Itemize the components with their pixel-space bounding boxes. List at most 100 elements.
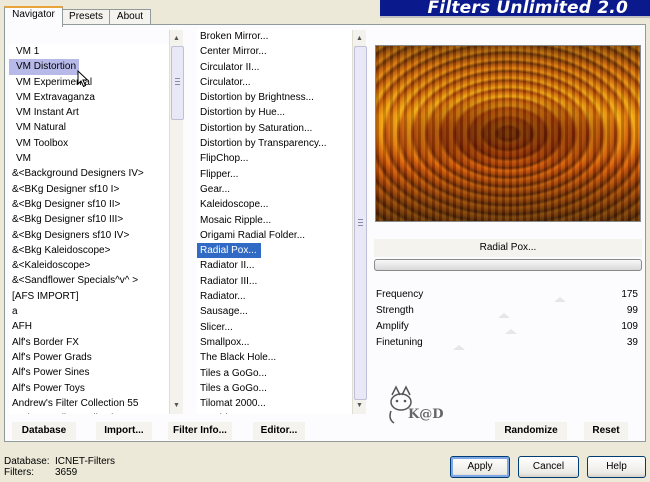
filter-item[interactable]: Slicer... xyxy=(197,320,352,335)
category-item[interactable]: Alf's Power Sines xyxy=(9,365,169,380)
parameter-name: Strength xyxy=(376,305,414,316)
filter-item[interactable]: Broken Mirror... xyxy=(197,29,352,44)
filters-count-label: Filters: xyxy=(4,467,34,478)
tab-presets[interactable]: Presets xyxy=(61,9,111,25)
slider-marker-icon[interactable] xyxy=(497,313,510,318)
tab-navigator[interactable]: Navigator xyxy=(4,6,63,27)
scroll-thumb[interactable] xyxy=(354,46,367,400)
filter-item[interactable]: Mosaic Ripple... xyxy=(197,213,352,228)
filter-scrollbar[interactable]: ▲ ▼ xyxy=(352,30,367,414)
category-item[interactable]: VM Distortion xyxy=(9,59,80,75)
category-scrollbar[interactable]: ▲ ▼ xyxy=(169,30,184,414)
category-item[interactable]: &<Bkg Designer sf10 II> xyxy=(9,197,169,212)
category-item[interactable]: Alf's Border FX xyxy=(9,335,169,350)
filter-item[interactable]: Radiator... xyxy=(197,289,352,304)
parameter-name: Finetuning xyxy=(376,337,423,348)
parameter-value: 99 xyxy=(626,305,638,316)
scroll-thumb[interactable] xyxy=(171,46,184,120)
cancel-button[interactable]: Cancel xyxy=(518,456,579,478)
filter-list[interactable]: Broken Mirror... Center Mirror... Circulat… xyxy=(197,29,352,414)
filter-item[interactable]: FlipChop... xyxy=(197,151,352,166)
filter-item[interactable]: Gear... xyxy=(197,182,352,197)
category-item[interactable]: Andrew's Filter Collection 56 xyxy=(9,411,169,414)
mouse-cursor-icon xyxy=(77,70,89,88)
category-item[interactable]: AFH xyxy=(9,319,169,334)
category-item[interactable]: &<Kaleidoscope> xyxy=(9,258,169,273)
filter-item[interactable]: Kaleidoscope... xyxy=(197,197,352,212)
filter-item[interactable]: Flipper... xyxy=(197,167,352,182)
category-item[interactable]: [AFS IMPORT] xyxy=(9,289,169,304)
import-button[interactable]: Import... xyxy=(96,422,152,440)
preview-progress-bar xyxy=(374,259,642,271)
filter-item[interactable]: Radiator III... xyxy=(197,274,352,289)
kad-logo: K@D xyxy=(389,385,444,424)
category-item[interactable]: VM Extravaganza xyxy=(9,90,169,105)
app-title: Filters Unlimited 2.0 xyxy=(427,0,628,18)
category-item[interactable]: &<Bkg Kaleidoscope> xyxy=(9,243,169,258)
filter-item[interactable]: Radial Pox... xyxy=(197,243,261,259)
database-label: Database: xyxy=(4,456,50,467)
filter-item[interactable]: Origami Radial Folder... xyxy=(197,228,352,243)
category-item[interactable]: Alf's Power Toys xyxy=(9,381,169,396)
filter-item[interactable]: The Black Hole... xyxy=(197,350,352,365)
category-item[interactable]: VM xyxy=(9,151,169,166)
filter-item[interactable]: Sausage... xyxy=(197,304,352,319)
filter-item[interactable]: Distortion by Hue... xyxy=(197,105,352,120)
category-item[interactable]: VM Instant Art xyxy=(9,105,169,120)
app-banner: Filters Unlimited 2.0 xyxy=(380,0,650,18)
filter-item[interactable]: Tilomat 2000... xyxy=(197,396,352,411)
filter-item[interactable]: Tiles a GoGo... xyxy=(197,381,352,396)
slider-marker-icon[interactable] xyxy=(505,329,518,334)
scroll-down-icon[interactable]: ▼ xyxy=(353,399,366,412)
scroll-down-icon[interactable]: ▼ xyxy=(170,399,183,412)
parameter-slider[interactable]: Finetuning 39 xyxy=(374,335,642,351)
filter-item[interactable]: Distortion by Brightness... xyxy=(197,90,352,105)
slider-marker-icon[interactable] xyxy=(554,297,567,302)
category-item[interactable]: Andrew's Filter Collection 55 xyxy=(9,396,169,411)
filter-item[interactable]: Circulator II... xyxy=(197,60,352,75)
parameter-slider[interactable]: Frequency 175 xyxy=(374,287,642,303)
parameter-value: 109 xyxy=(621,321,638,332)
parameter-value: 39 xyxy=(626,337,638,348)
category-list[interactable]: VM 1 VM Distortion VM Experimental VM Extra… xyxy=(9,44,169,414)
parameter-value: 175 xyxy=(621,289,638,300)
preview-image xyxy=(375,45,641,222)
reset-button[interactable]: Reset xyxy=(584,422,628,440)
category-item[interactable]: VM Experimental xyxy=(9,75,169,90)
category-item[interactable]: &<BKg Designer sf10 I> xyxy=(9,182,169,197)
filter-info-button[interactable]: Filter Info... xyxy=(168,422,232,440)
category-item[interactable]: &<Bkg Designer sf10 III> xyxy=(9,212,169,227)
category-item[interactable]: VM Toolbox xyxy=(9,136,169,151)
randomize-button[interactable]: Randomize xyxy=(495,422,567,440)
filter-item[interactable]: Circulator... xyxy=(197,75,352,90)
filter-item[interactable]: Radiator II... xyxy=(197,258,352,273)
category-item[interactable]: Alf's Power Grads xyxy=(9,350,169,365)
editor-button[interactable]: Editor... xyxy=(253,422,305,440)
category-item[interactable]: a xyxy=(9,304,169,319)
filter-item[interactable]: Distortion by Transparency... xyxy=(197,136,352,151)
parameter-slider[interactable]: Amplify 109 xyxy=(374,319,642,335)
filters-count-value: 3659 xyxy=(55,467,78,478)
filter-item[interactable]: Smallpox... xyxy=(197,335,352,350)
category-item[interactable]: &<Sandflower Specials^v^ > xyxy=(9,273,169,288)
slider-marker-icon[interactable] xyxy=(453,345,466,350)
filter-item[interactable]: Center Mirror... xyxy=(197,44,352,59)
tab-about[interactable]: About xyxy=(109,9,151,25)
filter-item[interactable]: Distortion by Saturation... xyxy=(197,121,352,136)
logo-text: K@D xyxy=(408,407,444,422)
category-item[interactable]: VM Natural xyxy=(9,120,169,135)
category-item[interactable]: VM 1 xyxy=(9,44,169,59)
database-button[interactable]: Database xyxy=(12,422,76,440)
selected-filter-name: Radial Pox... xyxy=(374,239,642,257)
category-item[interactable]: &<Bkg Designers sf10 IV> xyxy=(9,228,169,243)
category-item[interactable]: &<Background Designers IV> xyxy=(9,166,169,181)
parameter-slider[interactable]: Strength 99 xyxy=(374,303,642,319)
scroll-up-icon[interactable]: ▲ xyxy=(170,32,183,45)
filter-item[interactable]: Tiles a GoGo... xyxy=(197,366,352,381)
database-value: ICNET-Filters xyxy=(55,456,115,467)
filter-item[interactable]: Tumbler... xyxy=(197,411,352,414)
help-button[interactable]: Help xyxy=(587,456,646,478)
apply-button[interactable]: Apply xyxy=(450,456,510,478)
scroll-up-icon[interactable]: ▲ xyxy=(353,32,366,45)
parameter-name: Frequency xyxy=(376,289,424,300)
